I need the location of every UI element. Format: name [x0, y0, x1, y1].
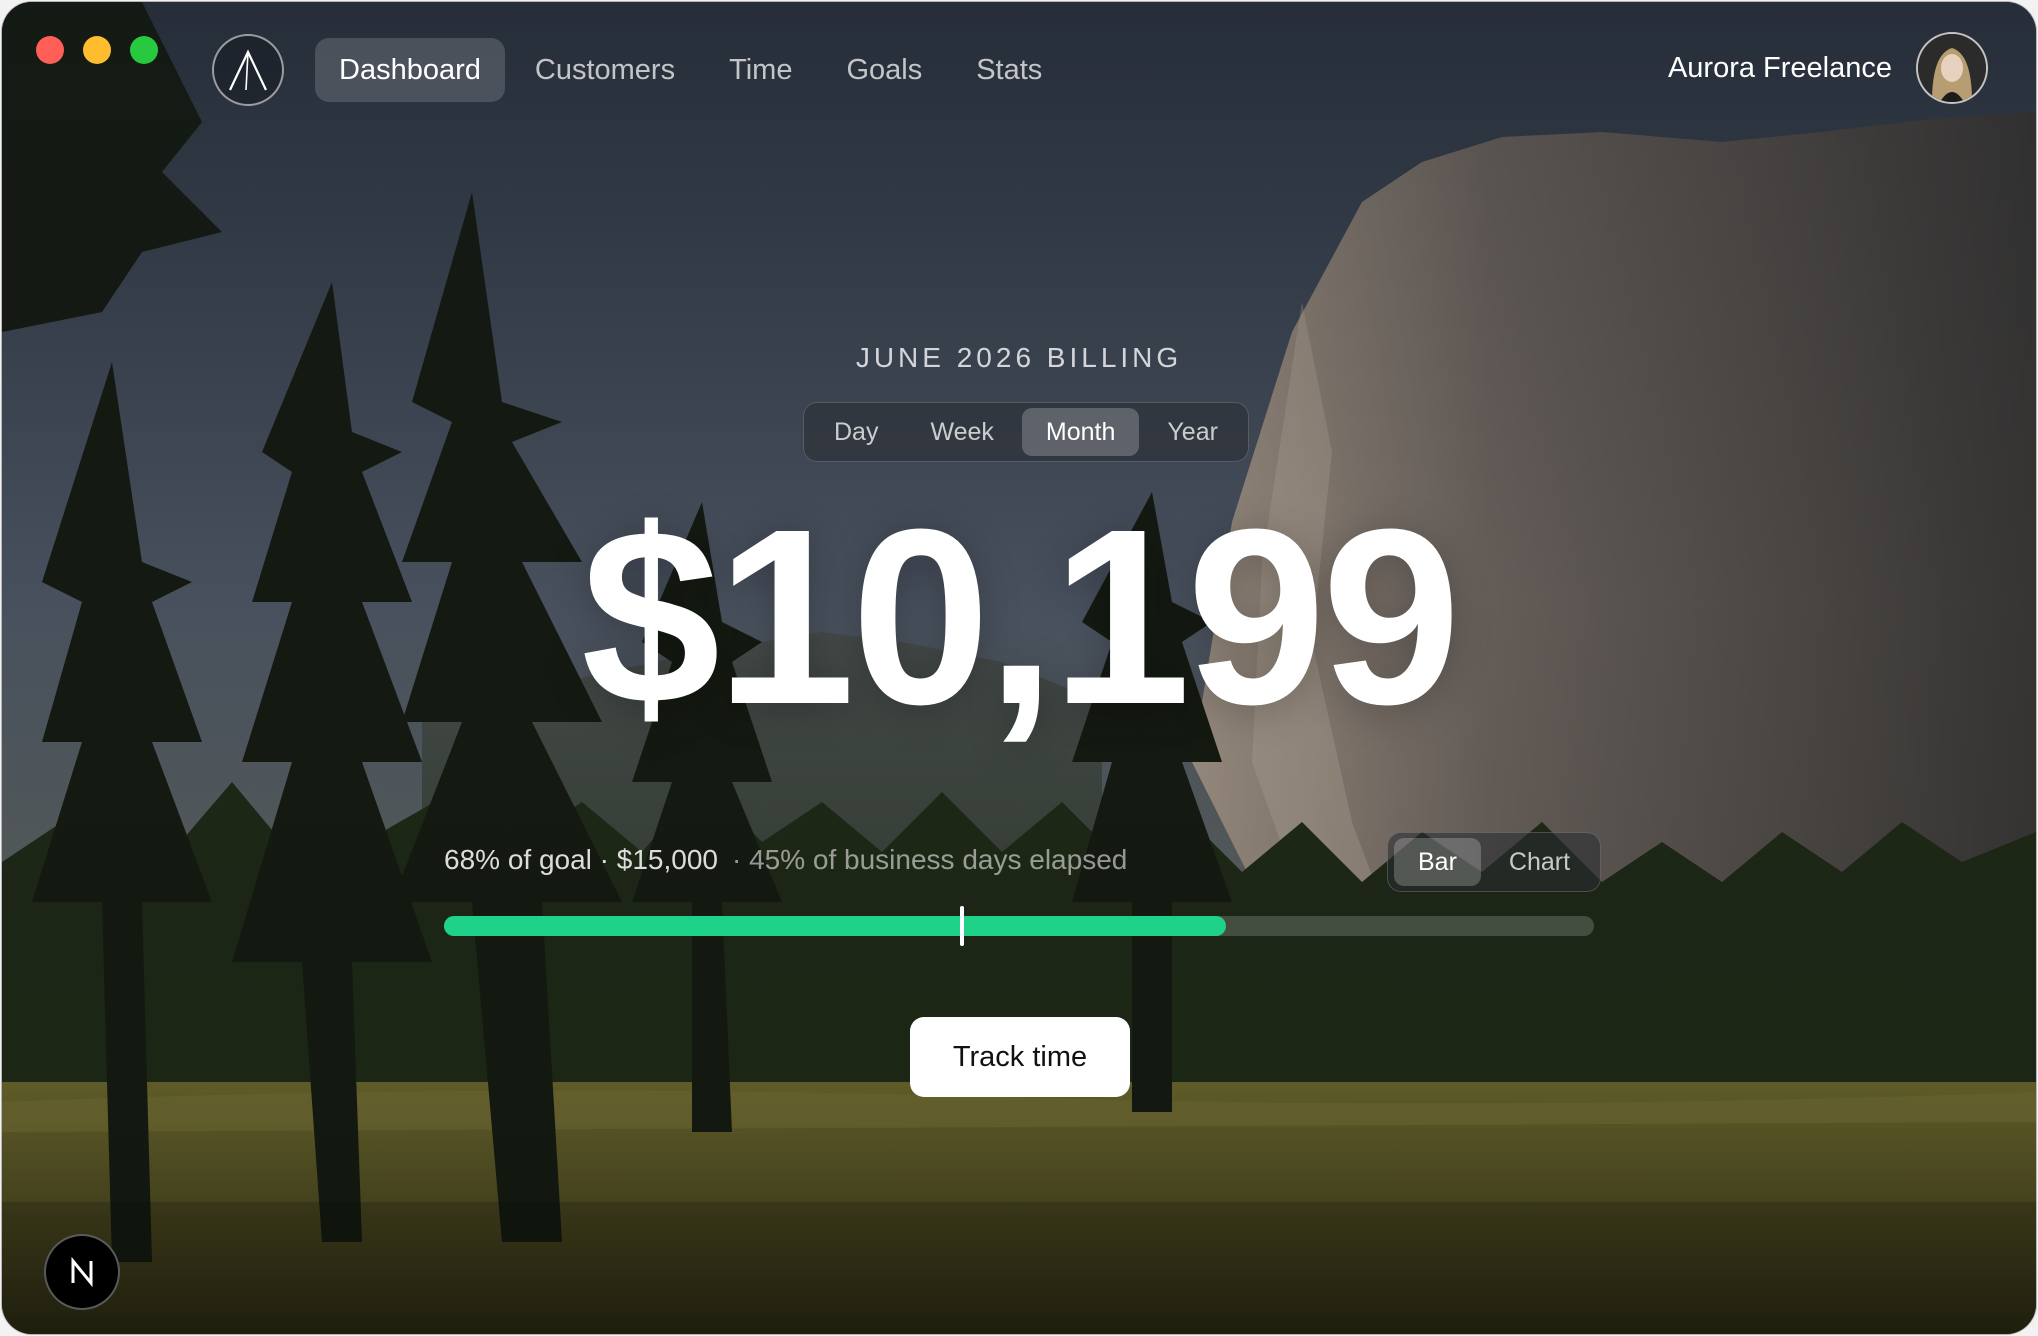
period-month-tab[interactable]: Month [1021, 408, 1140, 456]
n-letter-icon [71, 1257, 93, 1287]
nav-item-time[interactable]: Time [705, 38, 816, 102]
days-elapsed-marker [959, 906, 964, 946]
n-logo-icon[interactable] [44, 1234, 120, 1310]
period-day-tab[interactable]: Day [810, 408, 902, 456]
nav-item-customers[interactable]: Customers [511, 38, 699, 102]
minimize-window-button[interactable] [83, 36, 111, 64]
period-year-tab[interactable]: Year [1143, 408, 1242, 456]
account-name[interactable]: Aurora Freelance [1668, 52, 1892, 85]
period-selector: Day Week Month Year [803, 402, 1249, 462]
maximize-window-button[interactable] [130, 36, 158, 64]
account-menu[interactable]: Aurora Freelance [1668, 32, 1988, 104]
main-nav: Dashboard Customers Time Goals Stats [315, 38, 1066, 102]
goal-progress-caption: 68% of goal · $15,000 · 45% of business d… [444, 844, 1127, 876]
billing-period-title: JUNE 2026 BILLING [855, 342, 1183, 373]
view-chart-tab[interactable]: Chart [1485, 838, 1594, 886]
days-elapsed-text: · 45% of business days elapsed [731, 844, 1128, 875]
billing-amount: $10,199 [581, 477, 1461, 756]
user-portrait-icon [1918, 34, 1986, 102]
goal-progress-text: 68% of goal · $15,000 [444, 844, 718, 875]
nav-item-goals[interactable]: Goals [822, 38, 946, 102]
period-week-tab[interactable]: Week [906, 408, 1017, 456]
mountain-peak-icon [229, 49, 267, 91]
track-time-button[interactable]: Track time [910, 1017, 1130, 1097]
avatar[interactable] [1916, 32, 1988, 104]
window-controls [36, 36, 158, 64]
app-window: Dashboard Customers Time Goals Stats Aur… [2, 2, 2036, 1334]
view-bar-tab[interactable]: Bar [1394, 838, 1481, 886]
nav-item-dashboard[interactable]: Dashboard [315, 38, 505, 102]
goal-progress-bar [444, 906, 1594, 946]
view-toggle: Bar Chart [1387, 832, 1602, 892]
mountain-peak-logo-icon[interactable] [212, 34, 284, 106]
goal-progress-fill [444, 916, 1226, 936]
close-window-button[interactable] [36, 36, 64, 64]
nav-item-stats[interactable]: Stats [952, 38, 1066, 102]
